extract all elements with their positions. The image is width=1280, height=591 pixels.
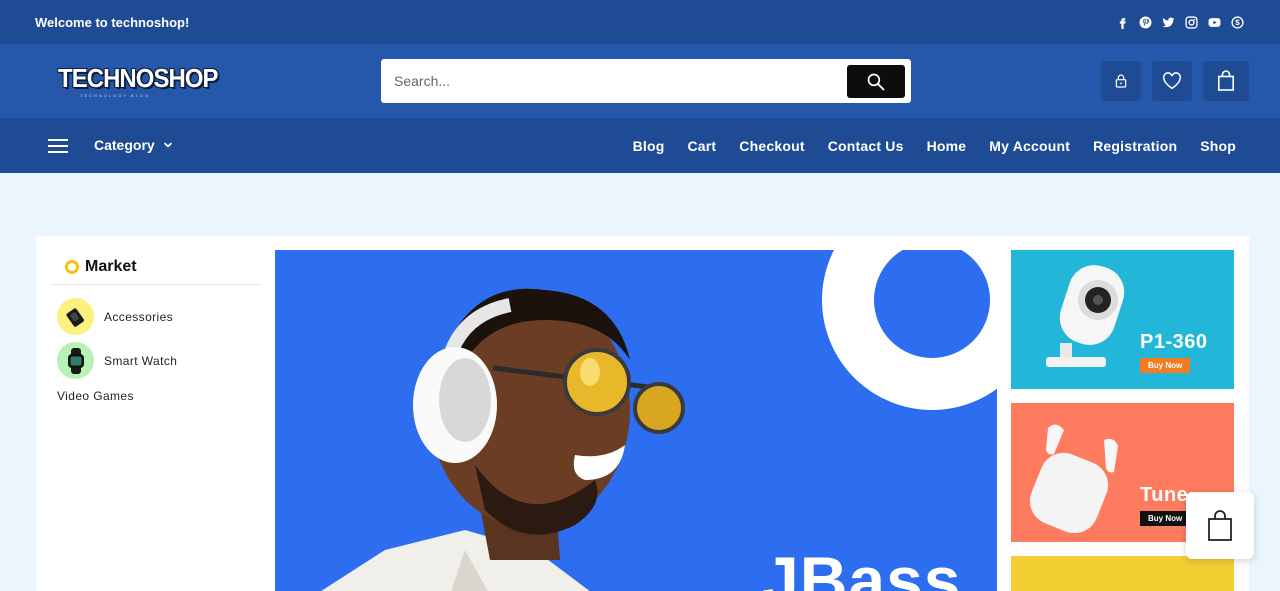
cart-button[interactable] bbox=[1203, 61, 1249, 101]
bag-icon bbox=[1217, 70, 1235, 91]
twitter-icon[interactable] bbox=[1162, 16, 1175, 29]
nav-link-shop[interactable]: Shop bbox=[1200, 138, 1236, 154]
heart-icon bbox=[1163, 72, 1181, 90]
sidebar-item-video-games[interactable]: Video Games bbox=[57, 389, 134, 403]
facebook-icon[interactable] bbox=[1116, 16, 1129, 29]
topbar: Welcome to technoshop! bbox=[0, 0, 1280, 44]
pinterest-icon[interactable] bbox=[1139, 16, 1152, 29]
search-button[interactable] bbox=[847, 65, 905, 98]
floating-cart-button[interactable] bbox=[1186, 492, 1254, 559]
lock-icon bbox=[1115, 74, 1127, 88]
earbuds-image bbox=[1029, 424, 1118, 533]
nav-menu: Blog Cart Checkout Contact Us Home My Ac… bbox=[633, 118, 1236, 173]
logo-text: TECHNOSHOP bbox=[58, 63, 219, 93]
circle-icon bbox=[65, 260, 79, 274]
nav-link-registration[interactable]: Registration bbox=[1093, 138, 1177, 154]
accessories-icon bbox=[57, 298, 94, 335]
nav-link-my-account[interactable]: My Account bbox=[989, 138, 1070, 154]
smart-watch-icon bbox=[57, 342, 94, 379]
category-label: Category bbox=[94, 137, 155, 153]
banner-title: Tune bbox=[1140, 484, 1189, 506]
nav-link-contact-us[interactable]: Contact Us bbox=[828, 138, 904, 154]
welcome-text: Welcome to technoshop! bbox=[35, 14, 190, 30]
sidebar-item-accessories[interactable]: Accessories bbox=[57, 298, 173, 335]
buy-now-button[interactable]: Buy Now bbox=[1140, 511, 1191, 526]
youtube-icon[interactable] bbox=[1208, 16, 1221, 29]
main-nav: Category Blog Cart Checkout Contact Us H… bbox=[0, 118, 1280, 173]
header: TECHNOSHOP TECHNOLOGY BLOG bbox=[0, 44, 1280, 118]
account-button[interactable] bbox=[1101, 61, 1141, 101]
search-input[interactable] bbox=[381, 59, 841, 103]
social-links bbox=[1116, 15, 1244, 29]
nav-link-checkout[interactable]: Checkout bbox=[739, 138, 804, 154]
logo[interactable]: TECHNOSHOP TECHNOLOGY BLOG bbox=[58, 63, 219, 99]
sidebar-item-label: Smart Watch bbox=[104, 353, 178, 368]
security-camera-image bbox=[1046, 265, 1125, 367]
sidebar-title: Market bbox=[65, 258, 137, 276]
logo-tagline: TECHNOLOGY BLOG bbox=[80, 93, 151, 98]
promo-banner-third[interactable] bbox=[1011, 556, 1234, 591]
instagram-icon[interactable] bbox=[1185, 15, 1198, 29]
banner-title: P1-360 bbox=[1140, 331, 1208, 353]
nav-link-blog[interactable]: Blog bbox=[633, 138, 665, 154]
skype-icon[interactable] bbox=[1231, 15, 1244, 29]
nav-link-home[interactable]: Home bbox=[927, 138, 967, 154]
promo-banner-p1-360[interactable]: P1-360 Buy Now bbox=[1011, 250, 1234, 389]
search-bar bbox=[381, 59, 911, 103]
chevron-down-icon bbox=[163, 142, 172, 148]
category-dropdown[interactable]: Category bbox=[94, 137, 173, 153]
nav-link-cart[interactable]: Cart bbox=[687, 138, 716, 154]
hero-heading: JBass bbox=[762, 543, 962, 591]
buy-now-button[interactable]: Buy Now bbox=[1140, 358, 1191, 373]
hero-image bbox=[321, 288, 685, 591]
search-icon bbox=[867, 73, 885, 90]
sidebar-item-smart-watch[interactable]: Smart Watch bbox=[57, 342, 177, 379]
sidebar-title-text: Market bbox=[85, 258, 137, 275]
wishlist-button[interactable] bbox=[1152, 61, 1192, 101]
menu-toggle-icon[interactable] bbox=[48, 139, 68, 153]
sidebar-item-label: Accessories bbox=[104, 309, 174, 324]
shopping-bag-icon bbox=[1208, 509, 1232, 541]
hero-slider[interactable]: JBass bbox=[275, 250, 997, 591]
divider bbox=[51, 284, 260, 285]
